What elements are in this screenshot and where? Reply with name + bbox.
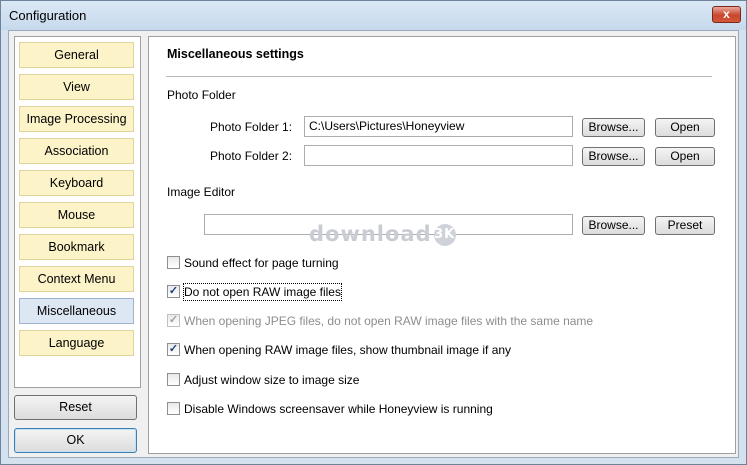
watermark-badge: 3K [433, 224, 456, 246]
section-title: Miscellaneous settings [167, 47, 304, 61]
photo-folder-2-browse-button[interactable]: Browse... [582, 147, 645, 166]
photo-folder-2-input[interactable] [304, 145, 573, 166]
image-editor-preset-button[interactable]: Preset [655, 216, 715, 235]
jpeg-skip-raw-checkbox: ✓ [167, 314, 180, 327]
nav-item-view[interactable]: View [19, 74, 134, 100]
nav-item-association[interactable]: Association [19, 138, 134, 164]
sound-effect-label: Sound effect for page turning [184, 256, 339, 270]
photo-folder-2-open-button[interactable]: Open [655, 147, 715, 166]
no-raw-label: Do not open RAW image files [183, 283, 342, 301]
image-editor-group-label: Image Editor [167, 185, 236, 199]
ok-button[interactable]: OK [14, 428, 137, 453]
watermark: download 3K [309, 222, 456, 246]
nav-item-miscellaneous[interactable]: Miscellaneous [19, 298, 134, 324]
settings-content: Miscellaneous settings Photo Folder Phot… [148, 36, 736, 454]
title-bar[interactable]: Configuration x [1, 1, 746, 30]
close-button[interactable]: x [712, 6, 741, 23]
adjust-window-checkbox[interactable] [167, 373, 180, 386]
raw-thumbnail-label: When opening RAW image files, show thumb… [184, 343, 512, 357]
disable-screensaver-checkbox[interactable] [167, 402, 180, 415]
photo-folder-1-label: Photo Folder 1: [210, 120, 293, 134]
disable-screensaver-label: Disable Windows screensaver while Honeyv… [184, 402, 493, 416]
nav-item-image-processing[interactable]: Image Processing [19, 106, 134, 132]
close-icon: x [723, 7, 730, 21]
photo-folder-1-input[interactable]: C:\Users\Pictures\Honeyview [304, 116, 573, 137]
photo-folder-1-browse-button[interactable]: Browse... [582, 118, 645, 137]
configuration-window: Configuration x General View Image Proce… [0, 0, 747, 465]
nav-item-mouse[interactable]: Mouse [19, 202, 134, 228]
sound-effect-checkbox[interactable] [167, 256, 180, 269]
raw-thumbnail-checkbox[interactable]: ✓ [167, 343, 180, 356]
photo-folder-1-open-button[interactable]: Open [655, 118, 715, 137]
nav-item-language[interactable]: Language [19, 330, 134, 356]
reset-button[interactable]: Reset [14, 395, 137, 420]
jpeg-skip-raw-label: When opening JPEG files, do not open RAW… [184, 314, 594, 328]
nav-item-general[interactable]: General [19, 42, 134, 68]
nav-item-context-menu[interactable]: Context Menu [19, 266, 134, 292]
adjust-window-label: Adjust window size to image size [184, 373, 360, 387]
nav-item-bookmark[interactable]: Bookmark [19, 234, 134, 260]
photo-folder-2-label: Photo Folder 2: [210, 149, 293, 163]
nav-item-keyboard[interactable]: Keyboard [19, 170, 134, 196]
photo-folder-group-label: Photo Folder [167, 88, 236, 102]
window-title: Configuration [9, 8, 87, 23]
settings-nav: General View Image Processing Associatio… [14, 36, 141, 388]
section-divider [166, 76, 712, 77]
dialog-body: General View Image Processing Associatio… [8, 30, 739, 458]
watermark-text: download [309, 222, 432, 246]
image-editor-browse-button[interactable]: Browse... [582, 216, 645, 235]
no-raw-checkbox[interactable]: ✓ [167, 285, 180, 298]
